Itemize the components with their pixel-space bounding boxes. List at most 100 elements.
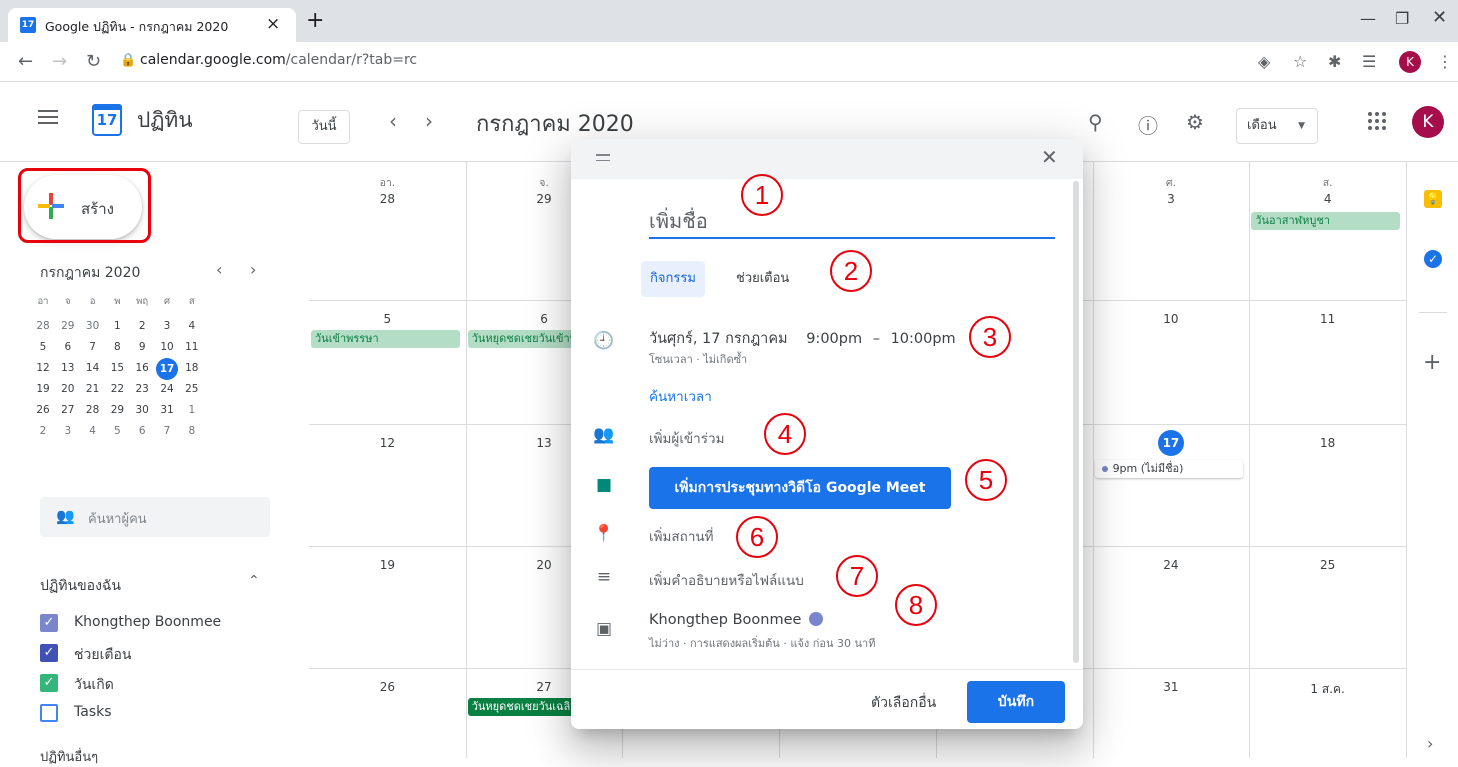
mini-day[interactable]: 23 [131, 383, 153, 395]
browser-profile-avatar[interactable]: K [1399, 51, 1421, 73]
day-number[interactable]: 5 [309, 312, 466, 326]
add-location-field[interactable]: เพิ่มสถานที่ [649, 525, 714, 547]
mini-day[interactable]: 1 [106, 320, 128, 332]
chevron-up-icon[interactable]: ⌃ [248, 573, 260, 589]
day-number[interactable]: 10 [1093, 312, 1250, 326]
find-time-link[interactable]: ค้นหาเวลา [649, 385, 712, 407]
more-options-button[interactable]: ตัวเลือกอื่น [871, 692, 936, 714]
close-window-icon[interactable]: ✕ [1432, 7, 1447, 28]
close-tab-icon[interactable]: × [266, 14, 280, 34]
mini-day[interactable]: 5 [32, 341, 54, 353]
mini-day[interactable]: 3 [57, 425, 79, 437]
event-date[interactable]: วันศุกร์, 17 กรกฎาคม [649, 331, 788, 347]
add-addon-icon[interactable]: + [1423, 350, 1441, 375]
settings-gear-icon[interactable]: ⚙ [1186, 110, 1204, 134]
mini-day[interactable]: 15 [106, 362, 128, 374]
mini-day[interactable]: 8 [181, 425, 203, 437]
day-number[interactable]: 11 [1249, 312, 1406, 326]
mini-day[interactable]: 10 [156, 341, 178, 353]
mini-day[interactable]: 9 [131, 341, 153, 353]
tab-reminder[interactable]: ช่วยเตือน [727, 261, 798, 297]
holiday-event-chip[interactable]: วันเข้าพรรษา [311, 330, 460, 348]
checkbox-icon[interactable]: ✓ [40, 674, 58, 692]
owner-detail[interactable]: ไม่ว่าง · การแสดงผลเริ่มต้น · แจ้ง ก่อน … [649, 634, 875, 652]
owner-calendar[interactable]: Khongthep Boonmee [649, 612, 824, 628]
next-month-icon[interactable]: › [425, 109, 433, 133]
mini-day[interactable]: 13 [57, 362, 79, 374]
mini-day[interactable]: 14 [82, 362, 104, 374]
mini-day[interactable]: 6 [131, 425, 153, 437]
mini-next-icon[interactable]: › [250, 260, 256, 279]
mini-day[interactable]: 4 [82, 425, 104, 437]
day-number[interactable]: 26 [309, 680, 466, 694]
reading-list-icon[interactable]: ☰ [1362, 52, 1376, 71]
day-number[interactable]: 18 [1249, 436, 1406, 450]
day-number[interactable]: 31 [1093, 680, 1250, 694]
today-button[interactable]: วันนี้ [298, 110, 350, 144]
mini-day[interactable]: 6 [57, 341, 79, 353]
add-google-meet-button[interactable]: เพิ่มการประชุมทางวิดีโอ Google Meet [649, 467, 951, 509]
add-description-field[interactable]: เพิ่มคำอธิบายหรือไฟล์แนบ [649, 569, 804, 591]
mini-day[interactable]: 28 [32, 320, 54, 332]
checkbox-icon[interactable] [40, 704, 58, 722]
mini-day[interactable]: 7 [82, 341, 104, 353]
day-number[interactable]: 12 [309, 436, 466, 450]
mini-day[interactable]: 16 [131, 362, 153, 374]
mini-day[interactable]: 18 [181, 362, 203, 374]
day-number[interactable]: 17 [1157, 430, 1184, 456]
minimize-icon[interactable]: — [1360, 9, 1376, 28]
forward-icon[interactable]: → [52, 51, 67, 72]
mini-day[interactable]: 8 [106, 341, 128, 353]
mini-day[interactable]: 2 [32, 425, 54, 437]
timed-event-chip[interactable]: 9pm (ไม่มีชื่อ) [1094, 460, 1244, 478]
dialog-header[interactable]: ✕ [571, 139, 1083, 179]
mini-day[interactable]: 11 [181, 341, 203, 353]
main-menu-icon[interactable] [38, 110, 58, 128]
mini-day[interactable]: 20 [57, 383, 79, 395]
help-icon[interactable]: ⓘ [1138, 110, 1158, 139]
day-number[interactable]: 1 ส.ค. [1249, 680, 1406, 699]
event-end-time[interactable]: 10:00pm [891, 331, 956, 347]
mini-day[interactable]: 4 [181, 320, 203, 332]
day-number[interactable]: 24 [1093, 558, 1250, 572]
account-avatar[interactable]: K [1412, 106, 1444, 138]
checkbox-icon[interactable]: ✓ [40, 644, 58, 662]
mini-day[interactable]: 5 [106, 425, 128, 437]
day-number[interactable]: 25 [1249, 558, 1406, 572]
expand-panel-icon[interactable]: › [1427, 734, 1433, 753]
browser-tab[interactable]: 17 Google ปฏิทิน - กรกฎาคม 2020 × [8, 8, 296, 42]
view-selector[interactable]: เดือน ▼ [1236, 108, 1318, 144]
mini-day[interactable]: 28 [82, 404, 104, 416]
extension-eye-icon[interactable]: ◈ [1258, 52, 1270, 71]
url-field[interactable]: calendar.google.com/calendar/r?tab=rc [140, 52, 417, 68]
mini-day[interactable]: 30 [82, 320, 104, 332]
mini-day[interactable]: 19 [32, 383, 54, 395]
new-tab-icon[interactable]: + [306, 8, 324, 33]
mini-day[interactable]: 2 [131, 320, 153, 332]
mini-day[interactable]: 29 [57, 320, 79, 332]
mini-day[interactable]: 21 [82, 383, 104, 395]
day-number[interactable]: 3 [1093, 192, 1250, 206]
other-calendars-title[interactable]: ปฏิทินอื่นๆ [40, 746, 98, 767]
dialog-scrollbar[interactable] [1073, 181, 1079, 663]
extensions-puzzle-icon[interactable]: ✱ [1328, 52, 1341, 71]
restore-icon[interactable]: ❐ [1395, 9, 1409, 28]
back-icon[interactable]: ← [18, 51, 33, 72]
mini-day[interactable]: 26 [32, 404, 54, 416]
checkbox-icon[interactable]: ✓ [40, 614, 58, 632]
mini-day[interactable]: 12 [32, 362, 54, 374]
tasks-icon[interactable]: ✓ [1424, 250, 1442, 268]
mini-day[interactable]: 24 [156, 383, 178, 395]
search-icon[interactable]: ⚲ [1088, 110, 1103, 134]
apps-grid-icon[interactable] [1368, 112, 1386, 130]
search-people-field[interactable]: 👥 ค้นหาผู้คน [40, 497, 270, 537]
mini-day[interactable]: 7 [156, 425, 178, 437]
mini-day[interactable]: 3 [156, 320, 178, 332]
mini-day[interactable]: 30 [131, 404, 153, 416]
mini-day[interactable]: 25 [181, 383, 203, 395]
mini-prev-icon[interactable]: ‹ [216, 260, 222, 279]
event-datetime[interactable]: วันศุกร์, 17 กรกฎาคม 9:00pm – 10:00pm [649, 327, 956, 350]
mini-day[interactable]: 27 [57, 404, 79, 416]
mini-day[interactable]: 31 [156, 404, 178, 416]
reload-icon[interactable]: ↻ [86, 51, 101, 72]
